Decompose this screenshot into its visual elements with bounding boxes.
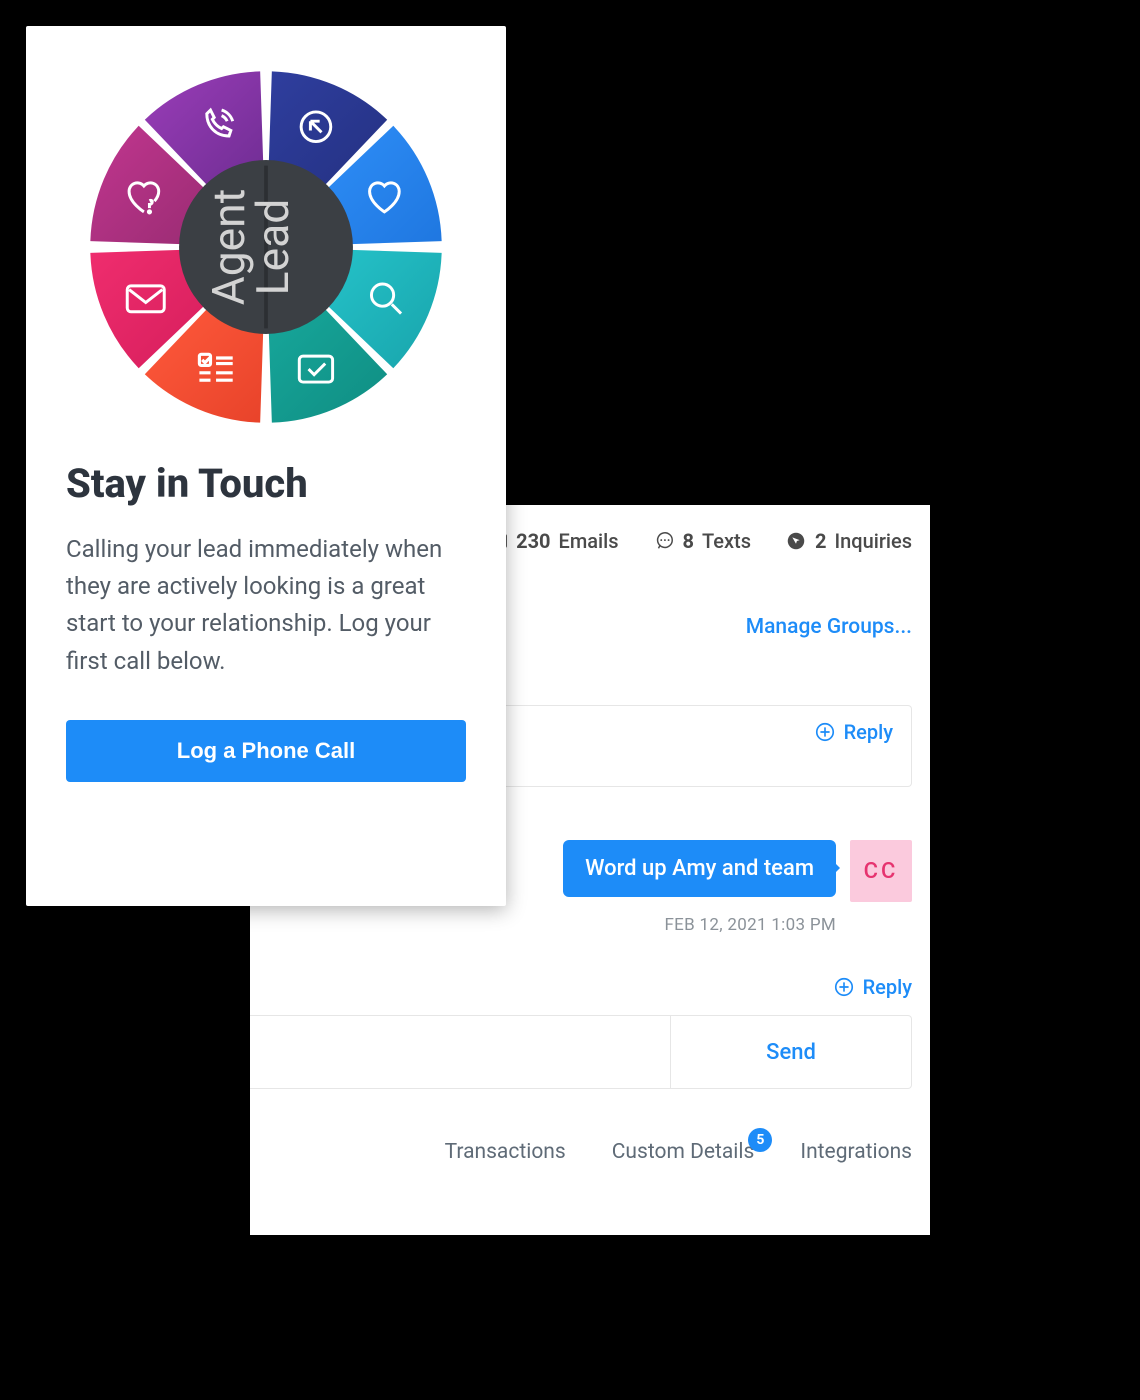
card-body: Calling your lead immediately when they … [66, 531, 466, 680]
stat-texts-label: Texts [702, 529, 751, 553]
compose-bar: Send [250, 1015, 912, 1089]
stat-texts-count: 8 [683, 529, 694, 553]
stat-inquiries[interactable]: 2 Inquiries [785, 529, 912, 553]
stay-in-touch-card: Agent Lead [26, 26, 506, 906]
tabs-row: Transactions Custom Details 5 Integratio… [250, 1140, 912, 1164]
tab-integrations[interactable]: Integrations [800, 1140, 912, 1164]
message-bubble: Word up Amy and team [563, 840, 836, 897]
tab-custom-details[interactable]: Custom Details 5 [612, 1140, 755, 1164]
reply-button-2[interactable]: Reply [833, 975, 912, 999]
message-timestamp: FEB 12, 2021 1:03 PM [250, 915, 836, 935]
manage-groups-link[interactable]: Manage Groups... [746, 615, 912, 639]
wheel-wrap: Agent Lead [66, 62, 466, 432]
globe-icon [785, 530, 807, 552]
stat-inquiries-label: Inquiries [834, 529, 912, 553]
stat-emails-label: Emails [559, 529, 619, 553]
tab-badge: 5 [748, 1128, 772, 1152]
avatar: CC [850, 840, 912, 902]
log-phone-call-button[interactable]: Log a Phone Call [66, 720, 466, 782]
chat-icon [653, 530, 675, 552]
reply-button-1[interactable]: Reply [814, 720, 893, 744]
compose-input[interactable] [250, 1016, 670, 1088]
agent-lead-wheel: Agent Lead [81, 62, 451, 432]
stat-inquiries-count: 2 [815, 529, 826, 553]
plus-circle-icon [833, 976, 855, 998]
plus-circle-icon [814, 721, 836, 743]
stat-texts[interactable]: 8 Texts [653, 529, 751, 553]
stat-emails-count: 230 [516, 529, 550, 553]
tab-transactions[interactable]: Transactions [445, 1140, 566, 1164]
tab-custom-details-label: Custom Details [612, 1140, 755, 1164]
send-button[interactable]: Send [670, 1016, 911, 1088]
hub-right-label: Lead [247, 199, 299, 296]
card-title: Stay in Touch [66, 460, 466, 507]
reply-label-2: Reply [863, 975, 912, 999]
reply-label-1: Reply [844, 720, 893, 744]
